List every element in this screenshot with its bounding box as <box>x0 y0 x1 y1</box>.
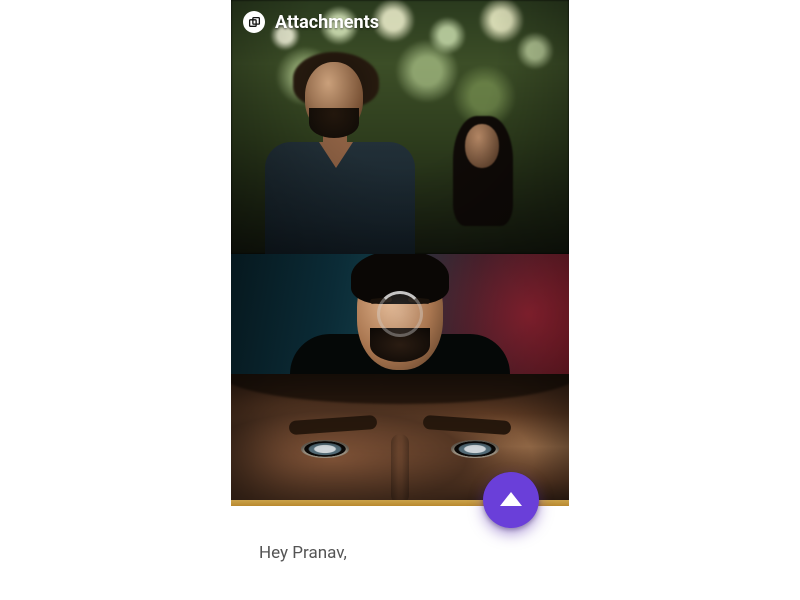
phone-frame: Attachments Hey Pranav, <box>231 0 569 600</box>
attachment-photo-2[interactable] <box>231 254 569 374</box>
chevron-up-icon <box>500 492 522 506</box>
header-bar: Attachments <box>231 0 569 44</box>
attachments-icon[interactable] <box>243 11 265 33</box>
loading-spinner-icon <box>377 291 423 337</box>
header-title: Attachments <box>275 12 379 33</box>
expand-fab[interactable] <box>483 472 539 528</box>
canvas: Attachments Hey Pranav, <box>0 0 800 600</box>
message-greeting: Hey Pranav, <box>259 543 347 563</box>
